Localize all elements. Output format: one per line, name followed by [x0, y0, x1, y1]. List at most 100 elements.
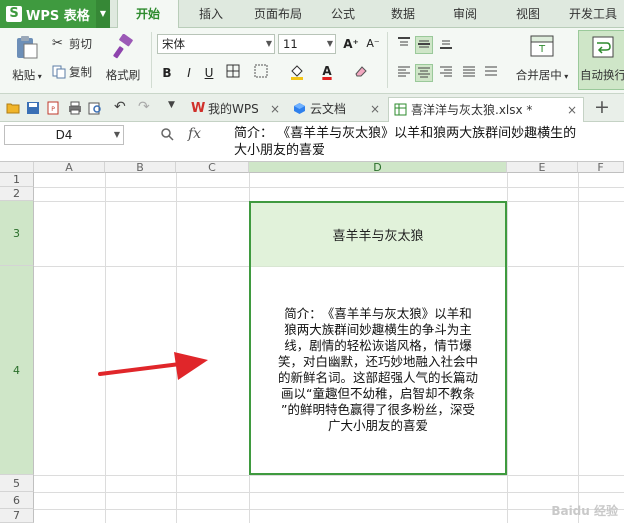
column-header-e[interactable]: E [507, 162, 578, 173]
cell-reference: D4 [55, 128, 73, 142]
justify-button[interactable] [460, 64, 478, 82]
paste-button[interactable]: 粘贴 ▾ [6, 34, 48, 83]
grid-line [507, 173, 508, 523]
underline-button[interactable]: U [200, 64, 218, 82]
tab-data[interactable]: 数据 [378, 0, 428, 28]
close-icon[interactable]: × [370, 97, 380, 121]
selection-border [249, 201, 507, 475]
formula-input[interactable]: 简介： 《喜羊羊与灰太狼》以羊和狼两大族群间妙趣横生的 大小朋友的喜爱 [234, 125, 624, 159]
chevron-down-icon[interactable]: ▼ [168, 100, 182, 114]
italic-button[interactable]: I [180, 64, 198, 82]
quick-access-bar: P ↶ ↷ ▼ W 我的WPS × 云文档 × 喜洋洋与灰太狼.xlsx * ×… [0, 94, 624, 122]
fx-icon[interactable]: fx [188, 126, 201, 142]
eraser-icon [355, 66, 367, 77]
font-size-select[interactable]: 11 ▼ [278, 34, 336, 54]
scissors-icon: ✂ [52, 36, 63, 51]
tab-insert[interactable]: 插入 [186, 0, 236, 28]
tab-spreadsheet-file[interactable]: 喜洋洋与灰太狼.xlsx * × [388, 97, 584, 122]
save-icon[interactable] [26, 101, 40, 115]
align-top-icon [398, 37, 410, 46]
undo-icon[interactable]: ↶ [114, 99, 128, 115]
align-bottom-icon [440, 40, 452, 49]
row-header-7[interactable]: 7 [0, 509, 34, 523]
align-bottom-button[interactable] [437, 36, 455, 54]
select-all-corner[interactable] [0, 162, 34, 173]
cell-style-button[interactable] [252, 64, 270, 82]
align-top-button[interactable] [395, 36, 413, 54]
close-icon[interactable]: × [567, 98, 577, 122]
column-header-d[interactable]: D [249, 162, 507, 173]
redo-icon[interactable]: ↷ [138, 99, 152, 115]
close-icon[interactable]: × [270, 97, 280, 121]
align-right-button[interactable] [437, 64, 455, 82]
chevron-down-icon: ▼ [326, 39, 333, 48]
export-pdf-icon[interactable]: P [46, 101, 60, 115]
format-painter-label: 格式刷 [105, 68, 141, 82]
formula-line-1: 简介： 《喜羊羊与灰太狼》以羊和狼两大族群间妙趣横生的 [234, 126, 577, 141]
merge-center-button[interactable]: T 合并居中 ▾ [510, 34, 574, 83]
tab-view[interactable]: 视图 [503, 0, 553, 28]
print-preview-icon[interactable] [88, 101, 102, 115]
grid-line [176, 173, 177, 523]
font-color-icon: A [322, 64, 332, 78]
align-center-icon [418, 67, 430, 78]
align-center-button[interactable] [415, 64, 433, 82]
red-arrow-icon [98, 352, 208, 380]
row-header-4[interactable]: 4 [0, 266, 34, 475]
tab-formulas[interactable]: 公式 [318, 0, 368, 28]
row-header-6[interactable]: 6 [0, 492, 34, 509]
app-menu-button[interactable]: S WPS 表格 ▼ [0, 0, 110, 28]
row-header-5[interactable]: 5 [0, 475, 34, 492]
paste-label: 粘贴 [12, 68, 36, 82]
border-button[interactable] [224, 64, 242, 82]
name-box[interactable]: D4 ▼ [4, 125, 124, 145]
chevron-down-icon[interactable]: ▼ [96, 0, 110, 28]
folder-icon[interactable] [6, 101, 20, 115]
grow-font-button[interactable]: A⁺ [342, 35, 360, 53]
grid-line [34, 492, 624, 493]
fill-color-button[interactable] [288, 64, 306, 82]
tab-review[interactable]: 审阅 [440, 0, 490, 28]
tab-label: 云文档 [310, 102, 347, 116]
ribbon-separator [151, 32, 152, 88]
distribute-button[interactable] [482, 64, 500, 82]
copy-button[interactable]: 复制 [52, 64, 92, 80]
row-header-3[interactable]: 3 [0, 201, 34, 266]
clear-format-button[interactable] [352, 64, 370, 82]
column-header-c[interactable]: C [176, 162, 249, 173]
column-header-f[interactable]: F [578, 162, 624, 173]
paint-brush-icon [113, 33, 133, 59]
font-color-button[interactable]: A [318, 62, 336, 80]
font-size-value: 11 [283, 37, 298, 51]
tab-page-layout[interactable]: 页面布局 [244, 0, 312, 28]
align-middle-button[interactable] [415, 36, 433, 54]
row-header-2[interactable]: 2 [0, 187, 34, 201]
bold-button[interactable]: B [158, 64, 176, 82]
tab-home[interactable]: 开始 [117, 0, 179, 28]
align-left-button[interactable] [395, 64, 413, 82]
menu-bar: S WPS 表格 ▼ 开始 插入 页面布局 公式 数据 审阅 视图 开发工具 [0, 0, 624, 28]
column-header-a[interactable]: A [34, 162, 105, 173]
tab-developer[interactable]: 开发工具 [562, 0, 624, 28]
print-icon[interactable] [68, 101, 82, 115]
new-tab-icon[interactable]: + [594, 96, 610, 118]
svg-text:T: T [538, 44, 546, 55]
tab-cloud-docs[interactable]: 云文档 × [288, 97, 386, 122]
spreadsheet-file-icon [394, 103, 407, 116]
column-header-b[interactable]: B [105, 162, 176, 173]
cut-button[interactable]: ✂ 剪切 [52, 36, 92, 52]
shrink-font-button[interactable]: A⁻ [364, 35, 382, 53]
font-name-value: 宋体 [162, 37, 185, 51]
zoom-icon[interactable] [160, 127, 174, 141]
align-middle-icon [418, 40, 430, 48]
wrap-text-button[interactable]: 自动换行 [578, 30, 624, 90]
copy-label: 复制 [69, 65, 92, 79]
font-name-select[interactable]: 宋体 ▼ [157, 34, 275, 54]
row-header-1[interactable]: 1 [0, 173, 34, 187]
spreadsheet-grid[interactable]: A B C D E F 1 2 3 4 5 6 7 喜羊羊与灰太狼 简介： 《喜… [0, 162, 624, 523]
tab-my-wps[interactable]: W 我的WPS × [186, 97, 286, 122]
grid-line [34, 475, 624, 476]
align-left-icon [398, 66, 410, 77]
chevron-down-icon: ▼ [113, 130, 120, 139]
format-painter-button[interactable]: 格式刷 [100, 33, 146, 83]
